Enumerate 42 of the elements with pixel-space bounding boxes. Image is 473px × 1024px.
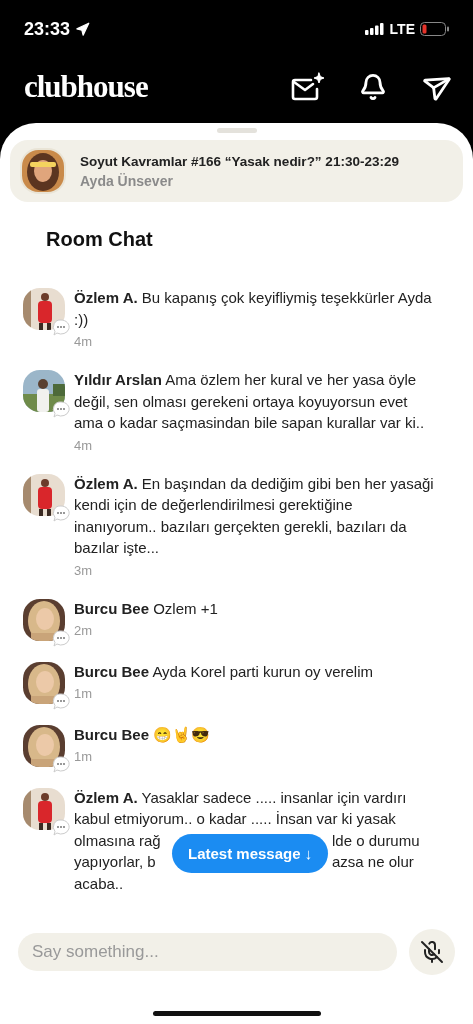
chat-bubble-icon [52, 818, 70, 836]
chat-title: Room Chat [46, 228, 154, 251]
message-time: 4m [74, 334, 93, 349]
status-time: 23:33 [24, 18, 71, 40]
chat-bubble-icon [52, 319, 70, 336]
message-text: olmasına rağ [74, 830, 161, 851]
mic-off-icon [420, 940, 444, 964]
logo: clubhouse [24, 69, 149, 105]
message-text: lde o durumu [332, 830, 420, 851]
message-time: 2m [74, 623, 93, 638]
room-host: Ayda Ünsever [80, 172, 174, 189]
message-text: Burcu Bee Ayda Korel parti kurun oy verelim [74, 661, 375, 682]
chat-bubble-icon [52, 692, 70, 710]
message-input[interactable]: Say something... [18, 933, 397, 971]
message-text: Burcu Bee Ozlem +1 [74, 598, 219, 619]
chat-bubble-icon [52, 755, 70, 773]
message-time: 1m [74, 749, 93, 764]
bell-icon[interactable] [359, 73, 387, 101]
message-text: Özlem A. En başından da dediğim gibi ben her yasaği kendi için de değerlendirilmesi gerektiğine inanıyorum.. bazıları gerçekten gerekli, bazıları da bazılar işte... [74, 473, 435, 558]
drag-handle[interactable] [216, 128, 257, 133]
chat-bubble-icon [52, 504, 70, 522]
message-text: Burcu Bee 😁🤘😎 [74, 724, 212, 745]
location-arrow-icon [75, 21, 91, 37]
message-text: yapıyorlar, b [74, 852, 156, 872]
chat-bubble-icon [52, 629, 70, 647]
message-text: Yıldır Arslan Ama özlem her kural ve her yasa öyle değil, sen olması gerekeni ortaya koyuyorsun evet ama o kadar saçmasindan bile sapan kurallar var ki.. [74, 370, 426, 433]
mail-sparkle-icon[interactable] [291, 72, 325, 102]
battery-icon [420, 22, 449, 36]
message-text: kabul etmiyorum.. o kadar ..... İnsan var ki yasak [74, 809, 396, 829]
message-text: acaba.. [74, 873, 124, 894]
message-text: Özlem A. Bu kapanış çok keyifliymiş teşekkürler Ayda :)) [74, 288, 433, 330]
message-text: Özlem A. Yasaklar sadece ..... insanlar için vardırı [74, 787, 407, 808]
signal-icon [364, 23, 385, 35]
mute-button[interactable] [409, 929, 455, 975]
chat-bubble-icon [52, 401, 70, 418]
message-text: azsa ne olur [332, 852, 414, 872]
message-time: 3m [74, 562, 93, 578]
room-card[interactable]: Soyut Kavramlar #166 “Yasak nedir?” 21:30-23:29 Ayda Ünsever [10, 140, 463, 202]
message-time: 4m [74, 437, 93, 453]
room-title: Soyut Kavramlar #166 “Yasak nedir?” 21:30-23:29 [80, 153, 399, 169]
network-label: LTE [389, 21, 415, 37]
message-time: 1m [74, 686, 93, 701]
